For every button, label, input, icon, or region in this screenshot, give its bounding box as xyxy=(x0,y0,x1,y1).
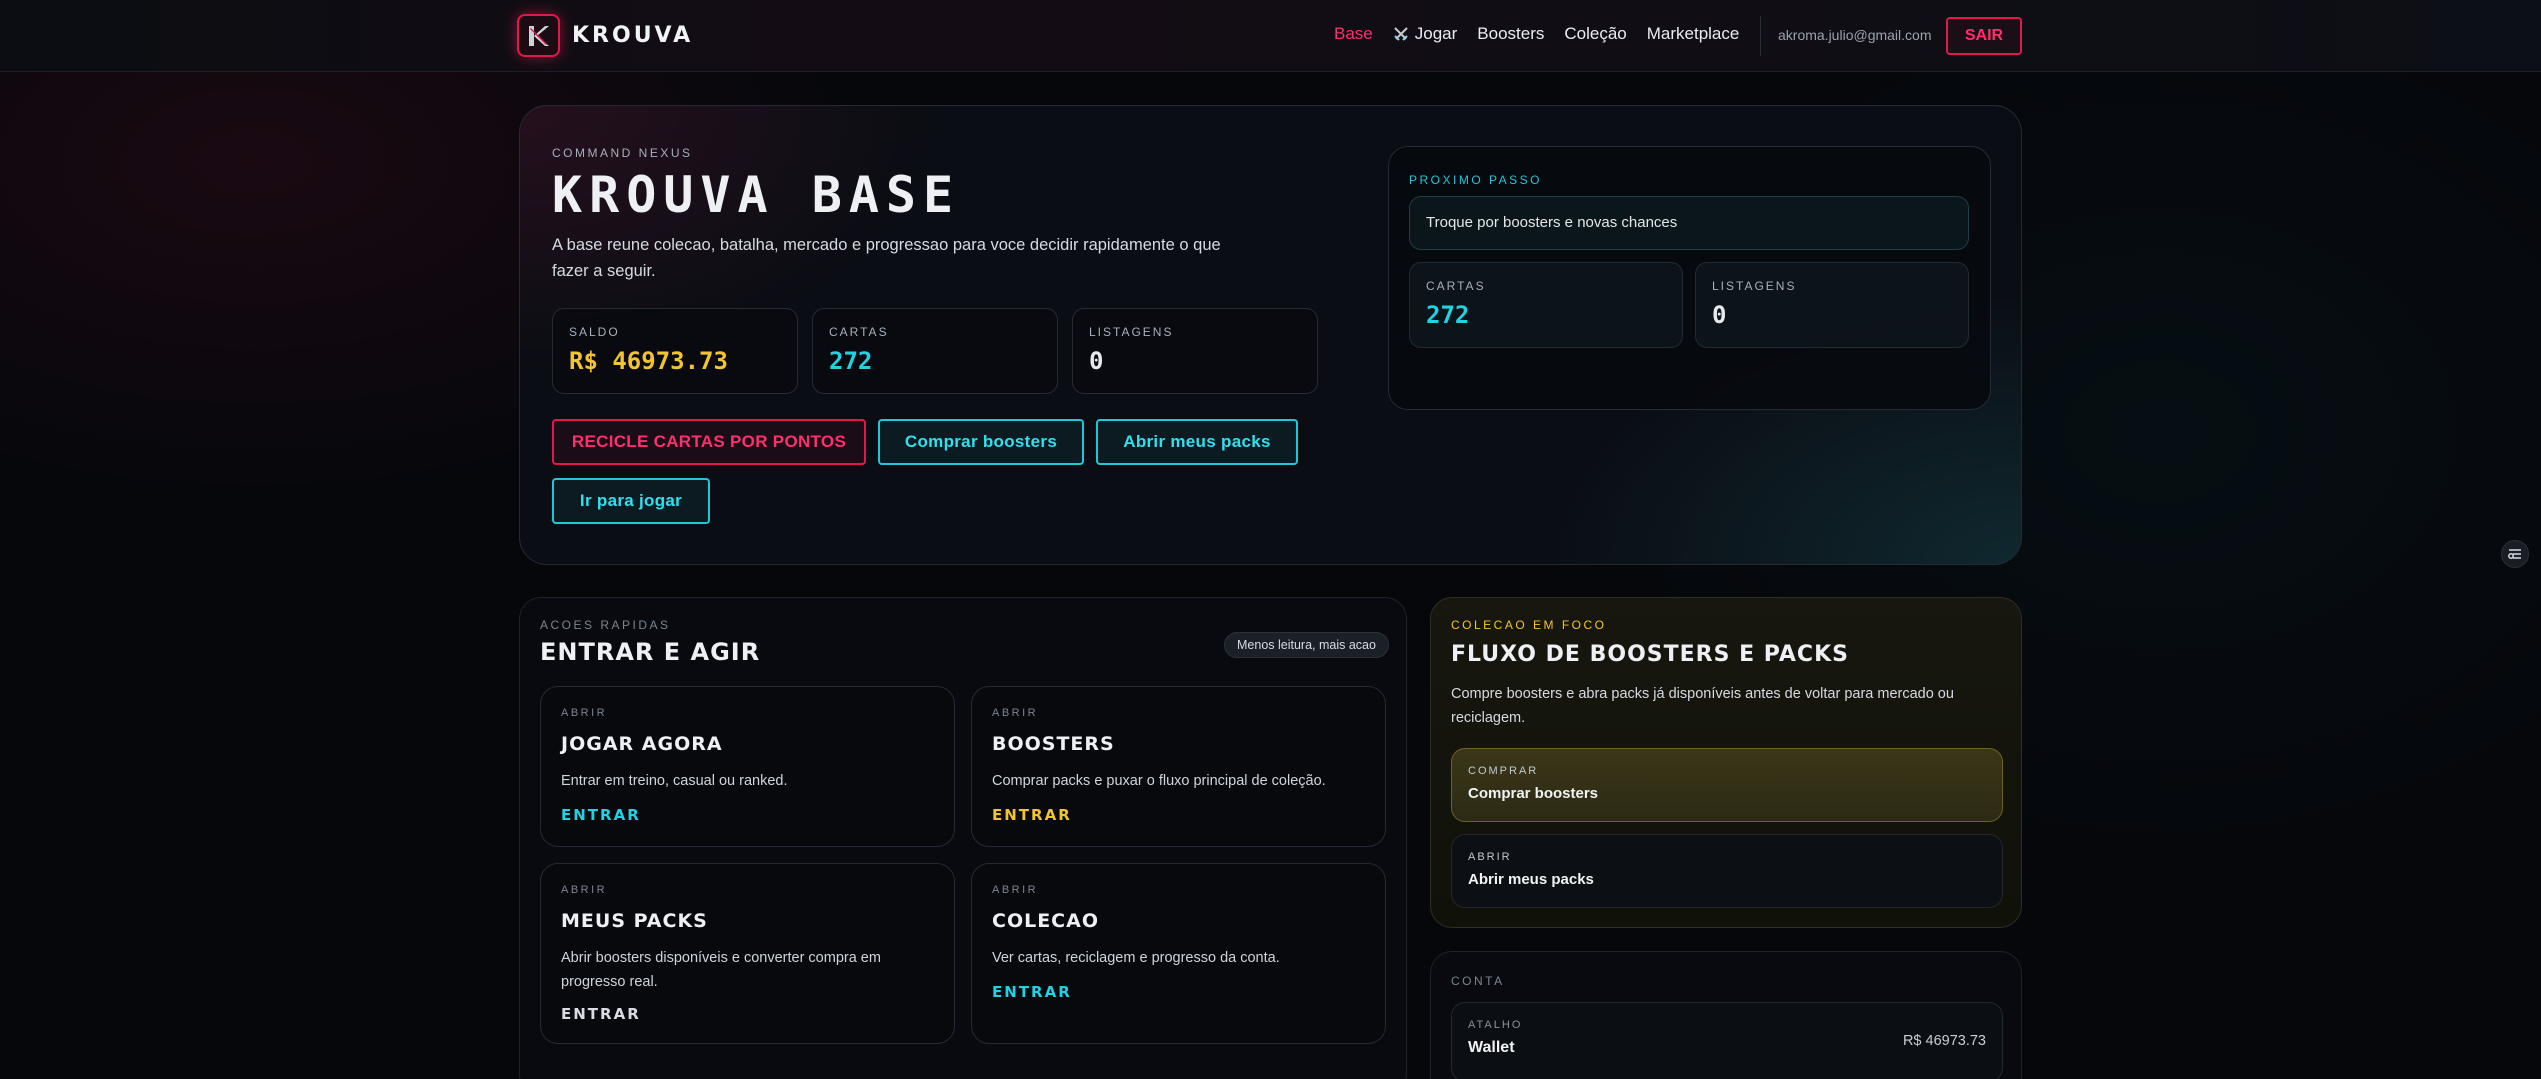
wallet-eyebrow: ATALHO xyxy=(1468,1019,1523,1031)
stat-listagens: LISTAGENS 0 xyxy=(1072,308,1318,394)
top-navbar: KROUVA Base Jogar Boosters Coleção Marke… xyxy=(0,0,2541,72)
user-email: akroma.julio@gmail.com xyxy=(1778,27,1932,43)
action-label: Comprar boosters xyxy=(1468,785,1599,802)
next-step-suggestion[interactable]: Troque por boosters e novas chances xyxy=(1409,196,1969,250)
card-description: Abrir boosters disponíveis e converter c… xyxy=(561,950,881,990)
stat-value: 0 xyxy=(1089,347,1104,375)
stat-saldo: SALDO R$ 46973.73 xyxy=(552,308,798,394)
next-step-eyebrow: PROXIMO PASSO xyxy=(1409,173,1542,187)
stat-value: 272 xyxy=(1426,301,1470,329)
card-description: Ver cartas, reciclagem e progresso da co… xyxy=(992,950,1280,966)
card-title: COLECAO xyxy=(992,910,1099,932)
stat-value: 0 xyxy=(1712,301,1727,329)
nav-link-marketplace[interactable]: Marketplace xyxy=(1647,24,1740,44)
card-meus-packs[interactable]: ABRIR MEUS PACKS Abrir boosters disponív… xyxy=(540,863,955,1044)
nav-link-jogar-label: Jogar xyxy=(1414,24,1458,43)
recycle-cards-button[interactable]: RECICLE CARTAS POR PONTOS xyxy=(552,419,866,465)
hero-eyebrow: COMMAND NEXUS xyxy=(552,146,693,160)
card-description: Entrar em treino, casual ou ranked. xyxy=(561,773,788,789)
card-enter-link[interactable]: ENTRAR xyxy=(561,1005,641,1023)
stat-label: LISTAGENS xyxy=(1089,325,1174,339)
nav-link-base[interactable]: Base xyxy=(1334,24,1373,44)
crossed-swords-icon xyxy=(1394,27,1408,41)
card-eyebrow: ABRIR xyxy=(561,707,608,719)
stat-value: 272 xyxy=(829,347,873,375)
focus-open-packs-button[interactable]: ABRIR Abrir meus packs xyxy=(1451,834,2003,908)
action-label: Abrir meus packs xyxy=(1468,871,1594,888)
quick-actions-panel: ACOES RAPIDAS ENTRAR E AGIR Menos leitur… xyxy=(519,597,1407,1079)
card-eyebrow: ABRIR xyxy=(992,884,1039,896)
hero-subtitle: A base reune colecao, batalha, mercado e… xyxy=(552,236,1221,280)
nav-link-jogar[interactable]: Jogar xyxy=(1393,24,1458,44)
account-panel: CONTA ATALHO Wallet R$ 46973.73 xyxy=(1430,951,2022,1079)
card-title: JOGAR AGORA xyxy=(561,733,723,755)
card-enter-link[interactable]: ENTRAR xyxy=(992,983,1072,1001)
card-title: MEUS PACKS xyxy=(561,910,708,932)
card-enter-link[interactable]: ENTRAR xyxy=(561,806,641,824)
nav-link-boosters[interactable]: Boosters xyxy=(1477,24,1544,44)
stat-cartas: CARTAS 272 xyxy=(812,308,1058,394)
krouva-logo-icon xyxy=(517,14,560,57)
focus-description: Compre boosters e abra packs já disponív… xyxy=(1451,686,1954,726)
card-eyebrow: ABRIR xyxy=(561,884,608,896)
action-eyebrow: ABRIR xyxy=(1468,851,1512,863)
nav-divider xyxy=(1760,16,1761,56)
wallet-shortcut[interactable]: ATALHO Wallet R$ 46973.73 xyxy=(1451,1002,2003,1079)
card-description: Comprar packs e puxar o fluxo principal … xyxy=(992,773,1326,789)
buy-boosters-button[interactable]: Comprar boosters xyxy=(878,419,1084,465)
card-boosters[interactable]: ABRIR BOOSTERS Comprar packs e puxar o f… xyxy=(971,686,1386,847)
card-title: BOOSTERS xyxy=(992,733,1115,755)
mini-stat-cartas: CARTAS 272 xyxy=(1409,262,1683,348)
go-play-button[interactable]: Ir para jogar xyxy=(552,478,710,524)
card-enter-link[interactable]: ENTRAR xyxy=(992,806,1072,824)
mini-stat-listagens: LISTAGENS 0 xyxy=(1695,262,1969,348)
quick-title: ENTRAR E AGIR xyxy=(540,638,761,666)
card-eyebrow: ABRIR xyxy=(992,707,1039,719)
stat-value: R$ 46973.73 xyxy=(569,347,728,375)
collection-focus-panel: COLECAO EM FOCO FLUXO DE BOOSTERS E PACK… xyxy=(1430,597,2022,928)
brand[interactable]: KROUVA xyxy=(517,14,693,57)
brand-name: KROUVA xyxy=(572,23,694,48)
open-packs-button[interactable]: Abrir meus packs xyxy=(1096,419,1298,465)
focus-title: FLUXO DE BOOSTERS E PACKS xyxy=(1451,642,1849,667)
card-colecao[interactable]: ABRIR COLECAO Ver cartas, reciclagem e p… xyxy=(971,863,1386,1044)
focus-buy-boosters-button[interactable]: COMPRAR Comprar boosters xyxy=(1451,748,2003,822)
nav-link-colecao[interactable]: Coleção xyxy=(1564,24,1626,44)
action-eyebrow: COMPRAR xyxy=(1468,765,1539,777)
settings-sliders-icon[interactable] xyxy=(2501,540,2529,568)
stat-label: LISTAGENS xyxy=(1712,279,1797,293)
focus-eyebrow: COLECAO EM FOCO xyxy=(1451,618,1607,632)
wallet-label: Wallet xyxy=(1468,1039,1515,1056)
main-nav: Base Jogar Boosters Coleção Marketplace xyxy=(1334,24,1739,44)
stat-label: SALDO xyxy=(569,325,620,339)
wallet-amount: R$ 46973.73 xyxy=(1902,1033,1986,1049)
account-eyebrow: CONTA xyxy=(1451,974,1505,988)
quick-eyebrow: ACOES RAPIDAS xyxy=(540,618,671,632)
quick-pill-badge: Menos leitura, mais acao xyxy=(1224,632,1389,658)
page-title: KROUVA BASE xyxy=(552,166,961,224)
next-step-panel: PROXIMO PASSO Troque por boosters e nova… xyxy=(1388,146,1991,410)
card-jogar-agora[interactable]: ABRIR JOGAR AGORA Entrar em treino, casu… xyxy=(540,686,955,847)
logout-button[interactable]: SAIR xyxy=(1946,17,2022,55)
stat-label: CARTAS xyxy=(829,325,889,339)
hero-panel: COMMAND NEXUS KROUVA BASE A base reune c… xyxy=(519,105,2022,565)
stat-label: CARTAS xyxy=(1426,279,1486,293)
